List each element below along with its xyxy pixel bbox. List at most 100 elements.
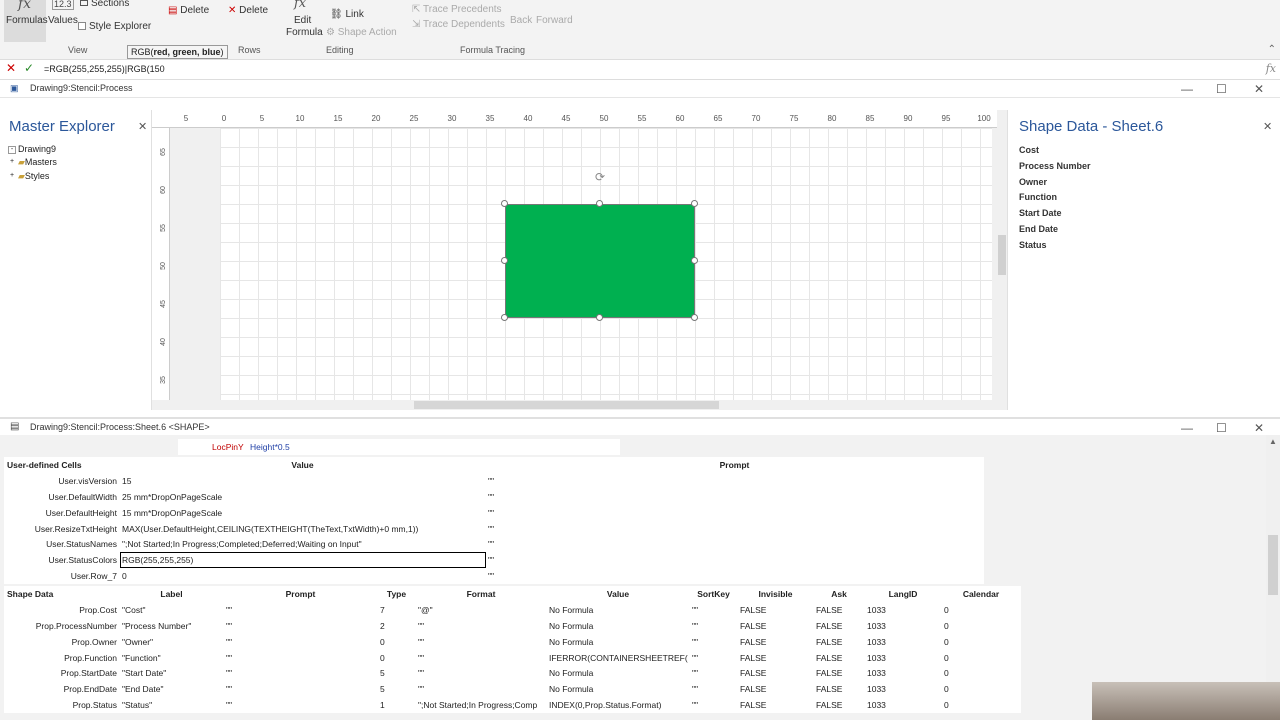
- cell-label[interactable]: "Owner": [119, 633, 224, 651]
- sd-field-status[interactable]: Status: [1019, 240, 1047, 250]
- cell-value[interactable]: No Formula: [546, 601, 690, 619]
- shape-data-section-header[interactable]: Shape Data: [4, 586, 120, 603]
- cell-prompt[interactable]: "": [485, 504, 984, 522]
- sd-field-function[interactable]: Function: [1019, 192, 1057, 202]
- cell-sortkey[interactable]: "": [689, 664, 738, 682]
- cell-sortkey[interactable]: "": [689, 649, 738, 666]
- trace-precedents-button[interactable]: ⇱ Trace Precedents: [412, 4, 502, 15]
- shape-data-close-icon[interactable]: ✕: [1263, 120, 1272, 133]
- row-name[interactable]: Prop.EndDate: [4, 680, 120, 698]
- cell-calendar[interactable]: 0: [941, 664, 1021, 682]
- row-name[interactable]: Prop.StartDate: [4, 664, 120, 682]
- scrollbar-thumb[interactable]: [998, 235, 1006, 275]
- cell-format[interactable]: "@": [415, 601, 547, 619]
- vertical-scrollbar[interactable]: [997, 110, 1007, 400]
- cell-invisible[interactable]: FALSE: [737, 633, 814, 651]
- tree-item-masters[interactable]: + ▰Masters: [8, 157, 57, 168]
- cell-value[interactable]: 15 mm*DropOnPageScale: [119, 504, 486, 522]
- sections-button[interactable]: Sections: [80, 0, 129, 9]
- sd-field-end-date[interactable]: End Date: [1019, 224, 1058, 234]
- cell-label[interactable]: "Status": [119, 696, 224, 714]
- row-name[interactable]: Prop.Owner: [4, 633, 120, 651]
- cell-calendar[interactable]: 0: [941, 696, 1021, 714]
- cell-value[interactable]: 25 mm*DropOnPageScale: [119, 488, 486, 506]
- link-button[interactable]: ⛓ Link: [330, 9, 364, 20]
- cell-calendar[interactable]: 0: [941, 649, 1021, 666]
- cell-sortkey[interactable]: "": [689, 680, 738, 698]
- cell-value[interactable]: ";Not Started;In Progress;Completed;Defe…: [119, 535, 486, 553]
- cell-prompt[interactable]: "": [223, 601, 378, 619]
- insert-function-icon[interactable]: fx: [1266, 62, 1276, 75]
- cell-ask[interactable]: FALSE: [813, 633, 865, 651]
- sd-field-start-date[interactable]: Start Date: [1019, 208, 1062, 218]
- cell-ask[interactable]: FALSE: [813, 601, 865, 619]
- cell-type[interactable]: 7: [377, 601, 416, 619]
- expand-icon[interactable]: -: [8, 145, 16, 154]
- scrollbar-thumb[interactable]: [1268, 535, 1278, 595]
- sd-field-cost[interactable]: Cost: [1019, 145, 1039, 155]
- trace-dependents-button[interactable]: ⇲ Trace Dependents: [412, 19, 505, 30]
- cell-type[interactable]: 0: [377, 633, 416, 651]
- cell-prompt[interactable]: "": [485, 520, 984, 537]
- cell-prompt[interactable]: "": [485, 488, 984, 506]
- cell-label[interactable]: "End Date": [119, 680, 224, 698]
- cell-prompt[interactable]: "": [223, 633, 378, 651]
- sd-field-owner[interactable]: Owner: [1019, 177, 1047, 187]
- minimize-icon[interactable]: —: [1181, 421, 1193, 435]
- cell-label[interactable]: "Function": [119, 649, 224, 666]
- values-button[interactable]: 12.3 Values: [46, 0, 78, 30]
- maximize-icon[interactable]: ☐: [1216, 421, 1227, 435]
- cell-sortkey[interactable]: "": [689, 617, 738, 635]
- locpin-name[interactable]: LocPinY: [212, 442, 244, 452]
- cell-format[interactable]: "": [415, 664, 547, 682]
- row-name[interactable]: User.visVersion: [4, 472, 120, 490]
- rotation-handle-icon[interactable]: ⟳: [593, 170, 607, 184]
- cell-prompt[interactable]: "": [485, 567, 984, 585]
- cell-value[interactable]: No Formula: [546, 680, 690, 698]
- process-shape[interactable]: [505, 204, 695, 318]
- close-icon[interactable]: ✕: [1254, 421, 1264, 435]
- cell-type[interactable]: 5: [377, 664, 416, 682]
- cell-format[interactable]: "": [415, 680, 547, 698]
- row-name[interactable]: User.DefaultWidth: [4, 488, 120, 506]
- cell-invisible[interactable]: FALSE: [737, 680, 814, 698]
- cell-ask[interactable]: FALSE: [813, 664, 865, 682]
- cell-calendar[interactable]: 0: [941, 680, 1021, 698]
- cell-langid[interactable]: 1033: [864, 696, 942, 714]
- cell-sortkey[interactable]: "": [689, 633, 738, 651]
- collapse-ribbon-icon[interactable]: ⌃: [1268, 44, 1276, 55]
- edit-formula-button[interactable]: fx Edit Formula: [285, 0, 323, 42]
- cell-format[interactable]: ";Not Started;In Progress;Comp: [415, 696, 547, 714]
- cell-type[interactable]: 2: [377, 617, 416, 635]
- cell-type[interactable]: 1: [377, 696, 416, 714]
- cell-value[interactable]: INDEX(0,Prop.Status.Format): [546, 696, 690, 714]
- expand-icon[interactable]: +: [8, 158, 16, 167]
- cell-value[interactable]: 0: [119, 567, 486, 585]
- enter-icon[interactable]: ✓: [24, 61, 34, 75]
- cell-prompt[interactable]: "": [485, 535, 984, 553]
- cell-ask[interactable]: FALSE: [813, 680, 865, 698]
- row-name[interactable]: Prop.ProcessNumber: [4, 617, 120, 635]
- ss-vertical-scrollbar[interactable]: ▲: [1266, 435, 1280, 720]
- cell-value[interactable]: MAX(User.DefaultHeight,CEILING(TEXTHEIGH…: [119, 520, 486, 537]
- delete-button[interactable]: ✕ Delete: [228, 5, 268, 16]
- cell-ask[interactable]: FALSE: [813, 696, 865, 714]
- row-name[interactable]: User.DefaultHeight: [4, 504, 120, 522]
- cell-format[interactable]: "": [415, 617, 547, 635]
- cell-ask[interactable]: FALSE: [813, 649, 865, 666]
- cell-prompt[interactable]: "": [223, 680, 378, 698]
- formula-input[interactable]: =RGB(255,255,255)|RGB(150: [44, 64, 165, 74]
- row-name[interactable]: User.StatusNames: [4, 535, 120, 553]
- row-name[interactable]: Prop.Cost: [4, 601, 120, 619]
- sd-field-process-number[interactable]: Process Number: [1019, 161, 1091, 171]
- scrollbar-thumb[interactable]: [414, 401, 719, 409]
- minimize-icon[interactable]: —: [1181, 82, 1193, 96]
- cell-prompt[interactable]: "": [485, 472, 984, 490]
- cell-type[interactable]: 5: [377, 680, 416, 698]
- cell-prompt[interactable]: "": [223, 617, 378, 635]
- cell-format[interactable]: "": [415, 633, 547, 651]
- tree-item-styles[interactable]: + ▰Styles: [8, 171, 49, 182]
- row-name[interactable]: User.Row_7: [4, 567, 120, 585]
- cell-langid[interactable]: 1033: [864, 617, 942, 635]
- cell-prompt[interactable]: "": [223, 649, 378, 666]
